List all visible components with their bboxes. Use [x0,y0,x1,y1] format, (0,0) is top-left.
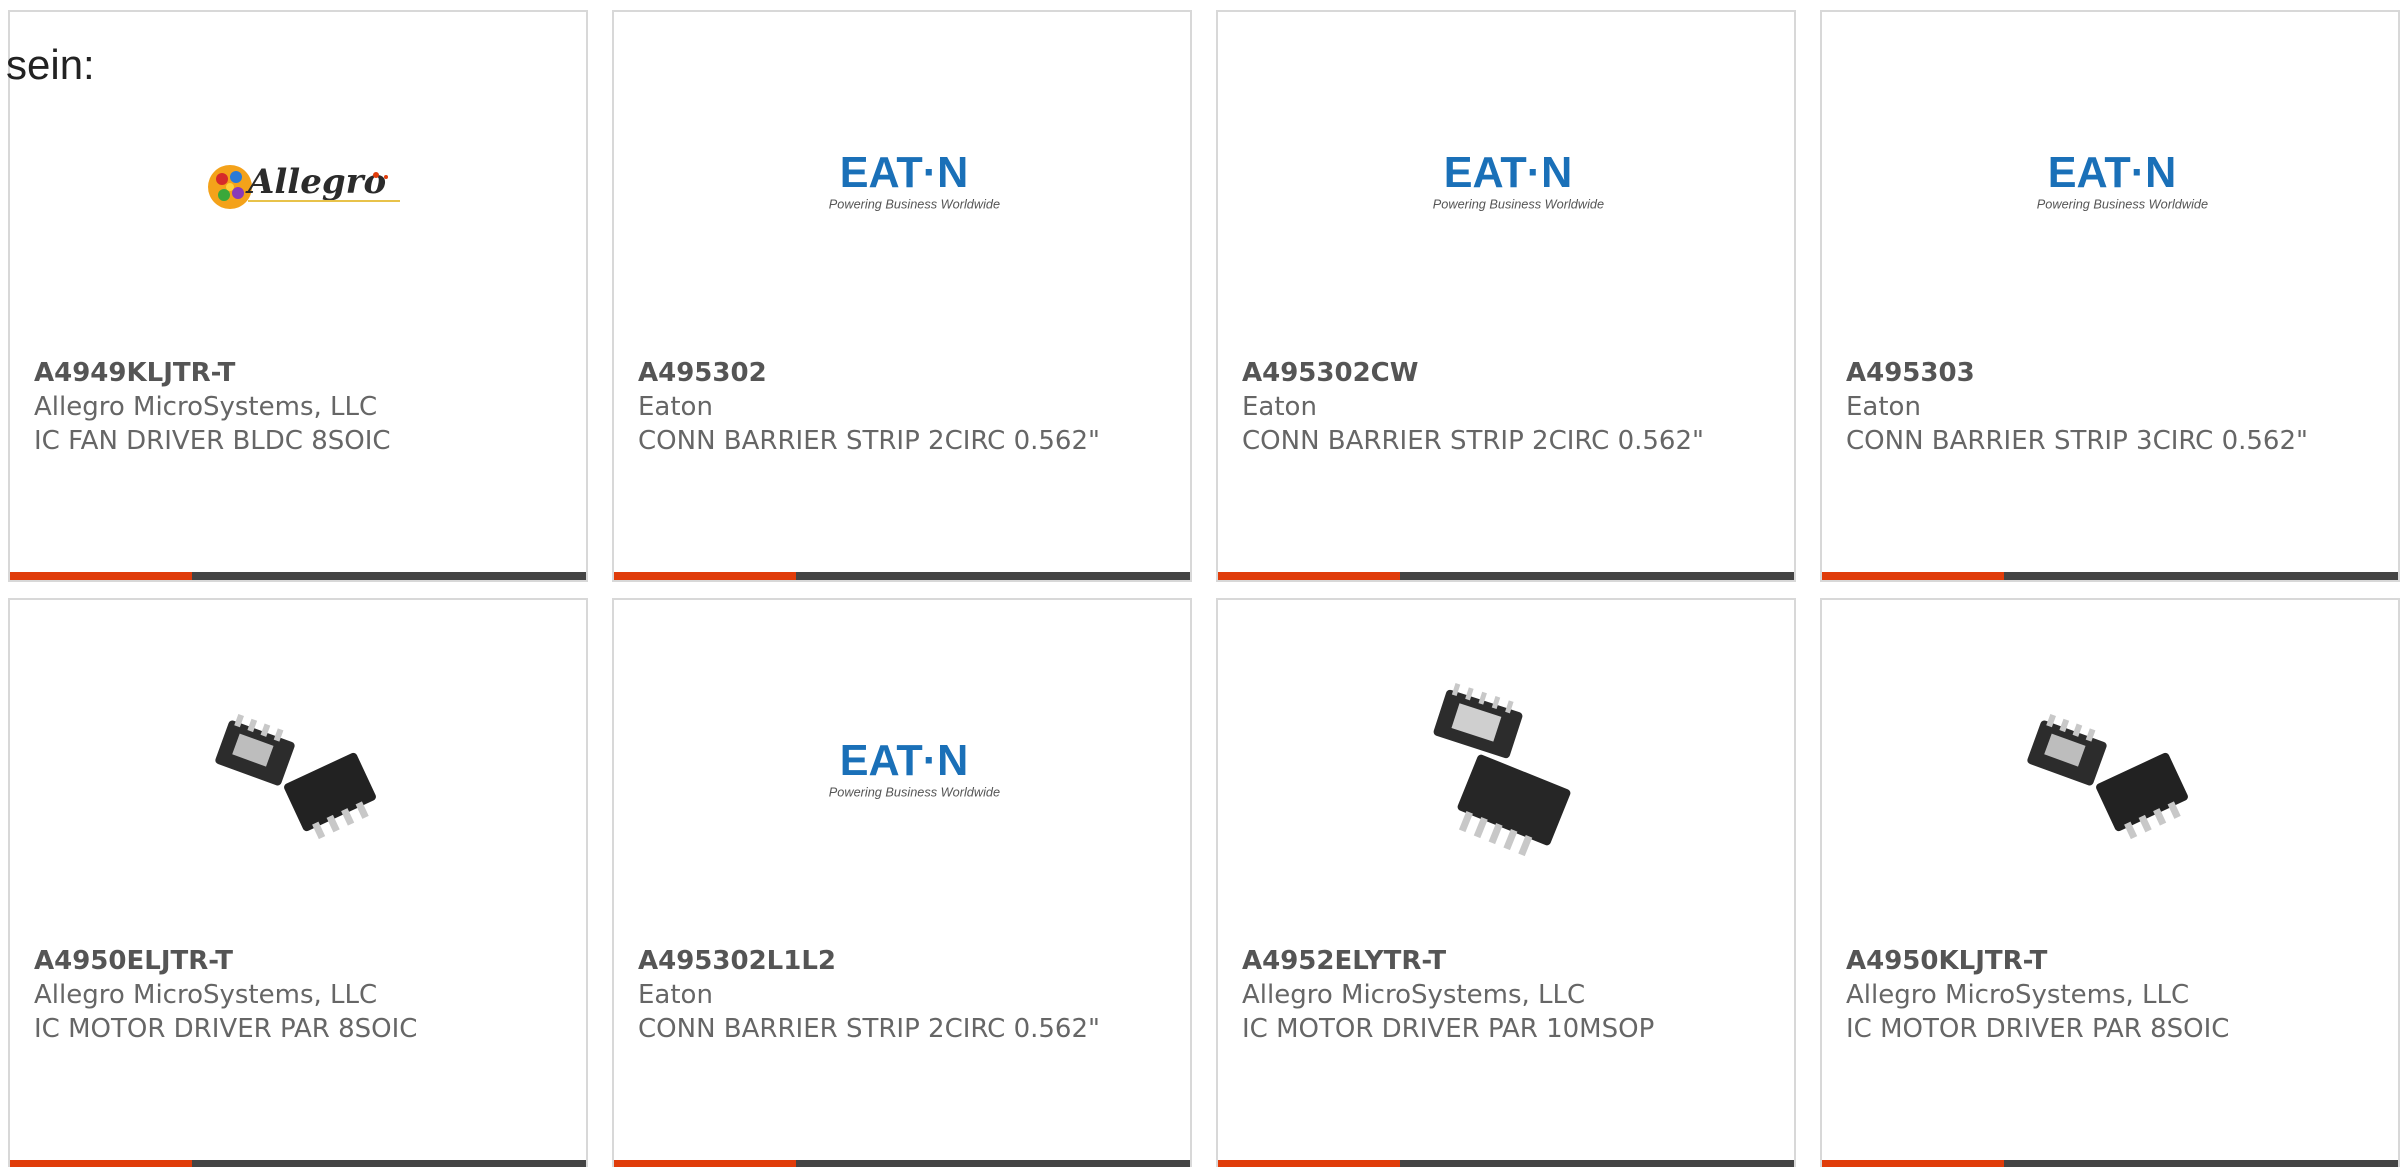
product-info: A495303 Eaton CONN BARRIER STRIP 3CIRC 0… [1846,356,2374,458]
product-card[interactable]: Allegro A4949KLJTR-T Allegro MicroSystem… [8,10,588,582]
product-info: A4950KLJTR-T Allegro MicroSystems, LLC I… [1846,944,2374,1046]
eaton-logo: EAT·N Powering Business Worldwide [2037,149,2208,212]
card-accent-bar [1822,572,2004,580]
eaton-logo: EAT·N Powering Business Worldwide [1433,149,1604,212]
product-image[interactable]: EAT·N Powering Business Worldwide [804,670,1004,870]
description: CONN BARRIER STRIP 2CIRC 0.562" [1242,426,1704,456]
svg-text:EAT·N: EAT·N [1444,149,1573,197]
part-number[interactable]: A495302L1L2 [638,944,1166,978]
description: CONN BARRIER STRIP 2CIRC 0.562" [638,1014,1100,1044]
eaton-logo: EAT·N Powering Business Worldwide [804,149,1004,211]
allegro-logo: Allegro [208,162,400,209]
description: IC MOTOR DRIVER PAR 10MSOP [1242,1014,1655,1044]
chip-top-icon [215,713,295,786]
product-info: A4950ELJTR-T Allegro MicroSystems, LLC I… [34,944,562,1046]
eaton-logo: EAT·N Powering Business Worldwide [829,737,1000,800]
card-accent-bar [614,1160,796,1167]
product-card[interactable]: EAT·N Powering Business Worldwide A49530… [1216,10,1796,582]
manufacturer: Allegro MicroSystems, LLC [34,392,378,422]
card-footer-bar [1218,572,1794,580]
part-number[interactable]: A495302CW [1242,356,1770,390]
manufacturer: Allegro MicroSystems, LLC [1242,980,1586,1010]
product-card[interactable]: EAT·N Powering Business Worldwide A49530… [612,598,1192,1167]
product-image[interactable] [200,670,400,870]
product-image[interactable]: EAT·N Powering Business Worldwide [2012,82,2212,282]
svg-text:Powering Business Worldwide: Powering Business Worldwide [829,196,1000,211]
card-footer-bar [1822,572,2398,580]
leading-text: sein: [6,41,95,88]
product-info: A4952ELYTR-T Allegro MicroSystems, LLC I… [1242,944,1770,1046]
svg-text:EAT·N: EAT·N [2048,149,2177,197]
chip-top-icon [2027,713,2107,786]
chip-top-icon [1433,683,1523,759]
card-accent-bar [10,1160,192,1167]
part-number[interactable]: A4949KLJTR-T [34,356,562,390]
chip-bottom-icon [284,752,376,840]
product-card[interactable]: EAT·N Powering Business Worldwide A49530… [612,10,1192,582]
product-card[interactable]: A4950KLJTR-T Allegro MicroSystems, LLC I… [1820,598,2400,1167]
product-image[interactable]: EAT·N Powering Business Worldwide [1408,82,1608,282]
svg-text:EAT·N: EAT·N [840,737,969,785]
product-info: A495302CW Eaton CONN BARRIER STRIP 2CIRC… [1242,356,1770,458]
card-accent-bar [1218,572,1400,580]
card-footer-bar [1822,1160,2398,1167]
product-image[interactable] [1408,670,1608,870]
description: CONN BARRIER STRIP 3CIRC 0.562" [1846,426,2308,456]
description: CONN BARRIER STRIP 2CIRC 0.562" [638,426,1100,456]
product-image[interactable]: Allegro [200,82,400,282]
part-number[interactable]: A4950ELJTR-T [34,944,562,978]
chip-bottom-icon [1457,754,1571,857]
product-grid-page: sein: Allegro A4949KLJTR-T Allegro Micro… [0,0,2400,1167]
manufacturer: Eaton [1846,392,1921,422]
svg-text:Powering Business Worldwide: Powering Business Worldwide [2037,196,2208,211]
chip-bottom-icon [2096,752,2188,840]
description: IC FAN DRIVER BLDC 8SOIC [34,426,391,456]
product-image[interactable] [2012,670,2212,870]
part-number[interactable]: A4950KLJTR-T [1846,944,2374,978]
product-info: A495302 Eaton CONN BARRIER STRIP 2CIRC 0… [638,356,1166,458]
manufacturer: Allegro MicroSystems, LLC [1846,980,2190,1010]
manufacturer: Eaton [638,980,713,1010]
soic-chip-photo [215,713,376,840]
card-accent-bar [10,572,192,580]
card-accent-bar [1822,1160,2004,1167]
part-number[interactable]: A495303 [1846,356,2374,390]
svg-text:Allegro: Allegro [245,162,386,202]
card-footer-bar [1218,1160,1794,1167]
product-image[interactable]: EAT·N Powering Business Worldwide [804,82,1004,282]
card-accent-bar [614,572,796,580]
part-number[interactable]: A4952ELYTR-T [1242,944,1770,978]
card-accent-bar [1218,1160,1400,1167]
manufacturer: Allegro MicroSystems, LLC [34,980,378,1010]
svg-text:Powering Business Worldwide: Powering Business Worldwide [829,784,1000,799]
product-info: A495302L1L2 Eaton CONN BARRIER STRIP 2CI… [638,944,1166,1046]
product-info: A4949KLJTR-T Allegro MicroSystems, LLC I… [34,356,562,458]
card-footer-bar [614,572,1190,580]
card-footer-bar [614,1160,1190,1167]
soic-chip-photo [2027,713,2188,840]
svg-text:EAT·N: EAT·N [840,149,969,197]
card-footer-bar [10,1160,586,1167]
product-card[interactable]: EAT·N Powering Business Worldwide A49530… [1820,10,2400,582]
allegro-globe-icon [208,165,252,209]
description: IC MOTOR DRIVER PAR 8SOIC [1846,1014,2230,1044]
card-footer-bar [10,572,586,580]
svg-text:Powering Business Worldwide: Powering Business Worldwide [1433,196,1604,211]
product-card[interactable]: A4952ELYTR-T Allegro MicroSystems, LLC I… [1216,598,1796,1167]
product-card[interactable]: A4950ELJTR-T Allegro MicroSystems, LLC I… [8,598,588,1167]
description: IC MOTOR DRIVER PAR 8SOIC [34,1014,418,1044]
manufacturer: Eaton [1242,392,1317,422]
part-number[interactable]: A495302 [638,356,1166,390]
manufacturer: Eaton [638,392,713,422]
msop-chip-photo [1433,683,1571,857]
